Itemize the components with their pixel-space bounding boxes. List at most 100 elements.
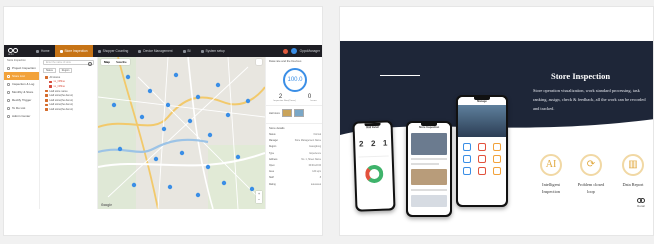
sidebar-item-label: Rectify Trigger bbox=[12, 98, 32, 102]
feature-item: AI Intelligent Inspection bbox=[536, 154, 566, 195]
map-pin-icon[interactable] bbox=[249, 186, 255, 192]
store-photo bbox=[411, 133, 447, 155]
map-pin-icon[interactable] bbox=[117, 146, 123, 152]
info-value: Guangdong bbox=[308, 146, 321, 149]
store-icon bbox=[45, 94, 48, 97]
brand-logo[interactable]: OPPO bbox=[7, 47, 21, 56]
map-pin-icon[interactable] bbox=[131, 182, 137, 188]
zoom-out-button[interactable]: − bbox=[256, 197, 262, 203]
map-canvas[interactable] bbox=[98, 57, 265, 209]
sidebar-item[interactable]: Inspection & Log bbox=[4, 80, 39, 88]
bell-icon[interactable] bbox=[282, 48, 288, 54]
map-pin-icon[interactable] bbox=[153, 156, 159, 162]
donut-chart-icon bbox=[364, 164, 384, 184]
issue-count-label: Issues bbox=[310, 100, 317, 102]
map-pin-icon[interactable] bbox=[195, 94, 201, 100]
map-pin-icon[interactable] bbox=[195, 192, 201, 198]
map-pin-icon[interactable] bbox=[235, 154, 241, 160]
app-icon bbox=[463, 143, 472, 151]
map-pin-icon[interactable] bbox=[179, 150, 185, 156]
feature-label: Problem closed loop bbox=[577, 182, 605, 194]
store-photo bbox=[411, 195, 447, 207]
sidebar-item[interactable]: Monthly & Store bbox=[4, 88, 39, 96]
map-pin-icon[interactable] bbox=[225, 112, 231, 118]
sidebar-item[interactable]: Rectify Trigger bbox=[4, 96, 39, 104]
avatar[interactable] bbox=[290, 48, 297, 54]
info-value: 8 bbox=[319, 177, 321, 180]
feature-item: ▥ Data Report bbox=[618, 154, 648, 189]
ai-icon: AI bbox=[540, 154, 562, 176]
divider-line bbox=[380, 75, 416, 77]
nav-item[interactable]: Shopper Counting bbox=[93, 45, 134, 57]
map-pin-icon[interactable] bbox=[161, 126, 167, 132]
map-pin-icon[interactable] bbox=[173, 72, 179, 78]
top-nav-bar: OPPO Home Store Inspection Shopper Countin… bbox=[4, 45, 322, 57]
sidebar-item-label: To Do List bbox=[12, 106, 26, 110]
info-key: Type bbox=[269, 152, 274, 155]
tree-node-label: All stores bbox=[49, 75, 61, 79]
info-key: Area bbox=[269, 171, 274, 174]
sidebar-item[interactable]: Project Inspection bbox=[4, 64, 39, 72]
store-icon bbox=[49, 80, 52, 84]
info-key: Status bbox=[269, 134, 276, 137]
nav-icon bbox=[138, 49, 142, 53]
score-gauge: 100.0 bbox=[283, 68, 307, 92]
sidebar-item[interactable]: Admin Center bbox=[4, 112, 39, 120]
info-key: Staff bbox=[269, 177, 274, 180]
nav-item[interactable]: Home bbox=[31, 45, 55, 57]
store-icon bbox=[45, 103, 48, 107]
feature-label: Data Report bbox=[622, 182, 644, 187]
web-app-preview: OPPO Home Store Inspection Shopper Countin… bbox=[3, 6, 323, 236]
store-search-input[interactable]: Enter the name of store bbox=[43, 60, 94, 66]
info-key: Region bbox=[269, 146, 277, 149]
map-pin-icon[interactable] bbox=[207, 132, 213, 138]
nav-icon bbox=[182, 49, 186, 53]
map-pin-icon[interactable] bbox=[205, 164, 211, 170]
nav-item[interactable]: System setup bbox=[196, 45, 230, 57]
map-pin-icon[interactable] bbox=[147, 88, 153, 94]
map-pin-icon[interactable] bbox=[187, 118, 193, 124]
info-value: 09:00-22:00 bbox=[308, 165, 321, 168]
sidebar-item[interactable]: Store List bbox=[4, 72, 39, 80]
tab-satellite[interactable]: Satellite bbox=[113, 59, 130, 65]
tab-status[interactable]: Status bbox=[43, 68, 56, 73]
nav-item[interactable]: BI bbox=[178, 45, 196, 57]
score-value: 100.0 bbox=[287, 77, 303, 83]
panel-header: Data rate and the Devices bbox=[269, 59, 302, 63]
nav-label: Shopper Counting bbox=[102, 49, 129, 53]
info-key: Rating bbox=[269, 183, 276, 186]
app-icon bbox=[463, 167, 472, 175]
zoom-control: + − bbox=[256, 191, 262, 203]
info-value: Store Management Name bbox=[294, 140, 321, 143]
nav-item[interactable]: Device Management bbox=[133, 45, 177, 57]
map-pin-icon[interactable] bbox=[111, 102, 117, 108]
map-pin-icon[interactable] bbox=[125, 74, 131, 80]
map-pin-icon[interactable] bbox=[165, 102, 171, 108]
map-pin-icon[interactable] bbox=[215, 82, 221, 88]
tab-map[interactable]: Map bbox=[101, 59, 113, 65]
store-icon bbox=[45, 89, 48, 93]
user-name[interactable]: OppoManager bbox=[300, 49, 320, 53]
map-pin-icon[interactable] bbox=[167, 184, 173, 190]
info-key: Address bbox=[269, 158, 278, 161]
map-pin-icon[interactable] bbox=[245, 98, 251, 104]
store-map[interactable]: Map Satellite + − Google bbox=[98, 57, 265, 209]
fullscreen-icon[interactable] bbox=[256, 59, 262, 65]
store-icon bbox=[45, 99, 48, 102]
tree-node[interactable]: Hall store(the demo) bbox=[40, 107, 97, 112]
map-pin-icon[interactable] bbox=[139, 114, 145, 120]
feature-title: Store Inspection bbox=[551, 71, 611, 81]
nav-item[interactable]: Store Inspection bbox=[54, 45, 93, 57]
map-pin-icon[interactable] bbox=[221, 180, 227, 186]
store-icon bbox=[49, 85, 52, 88]
tree-node-label: Hall store(the demo) bbox=[49, 94, 74, 98]
info-value: Experience bbox=[309, 152, 322, 155]
nav-label: Store Inspection bbox=[64, 49, 88, 53]
store-photo[interactable] bbox=[281, 109, 292, 117]
sidebar-item-label: Store List bbox=[12, 74, 25, 78]
menu-icon bbox=[7, 82, 10, 86]
sidebar-item[interactable]: To Do List bbox=[4, 104, 39, 112]
nav-icon bbox=[200, 49, 204, 53]
store-photo[interactable] bbox=[293, 109, 304, 117]
tab-region[interactable]: Region bbox=[58, 68, 73, 73]
